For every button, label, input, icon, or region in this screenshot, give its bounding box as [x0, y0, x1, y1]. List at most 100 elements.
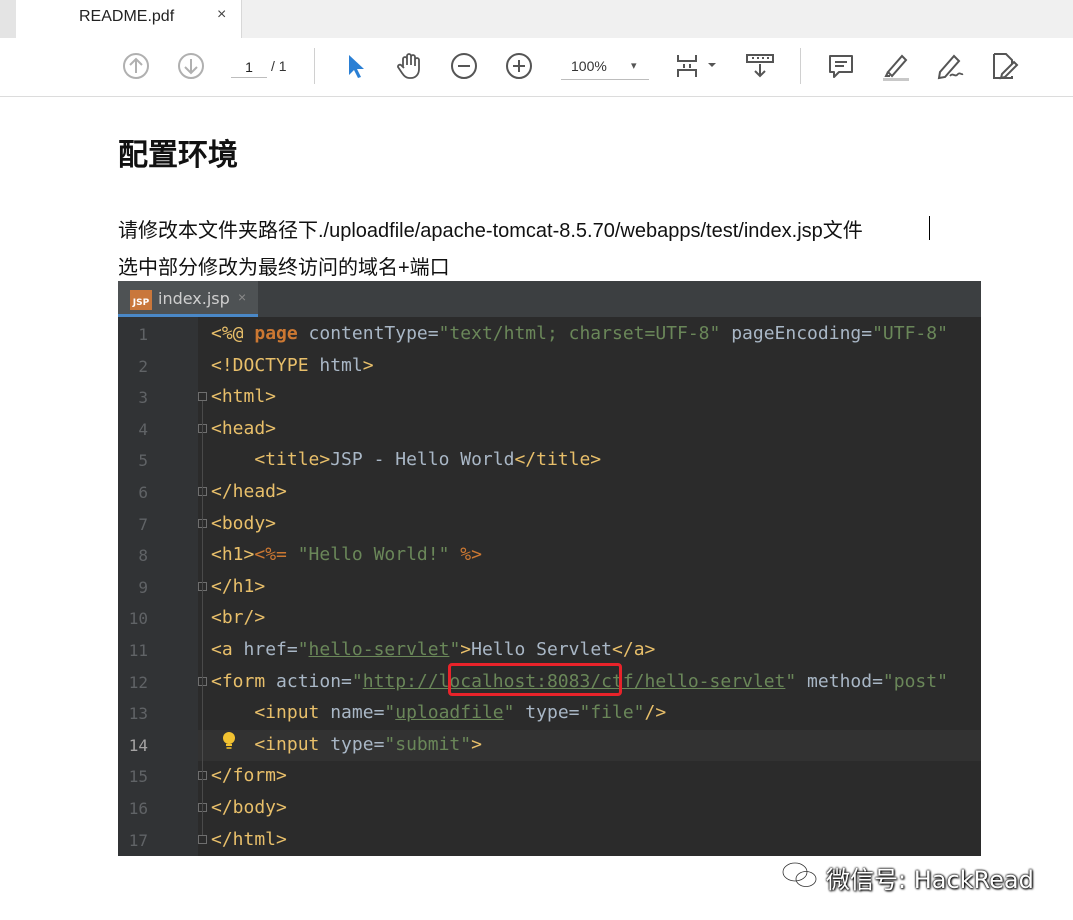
code-line: <body> — [211, 513, 276, 534]
code-line: <br/> — [211, 607, 265, 628]
select-tool-button[interactable] — [340, 50, 372, 82]
hand-icon — [397, 53, 420, 79]
editor-tab-index-jsp: JSP index.jsp × — [118, 281, 258, 317]
code-token: " — [503, 702, 515, 724]
tab-bar-left-edge — [0, 0, 16, 38]
code-token: method= — [796, 670, 883, 692]
code-token: "UTF-8" — [872, 323, 948, 344]
tab-bar: README.pdf × — [0, 0, 1073, 38]
zoom-select[interactable]: 100% ▾ — [561, 55, 649, 80]
code-token: <html> — [211, 386, 277, 408]
tab-readme[interactable]: README.pdf × — [16, 0, 242, 38]
draw-button[interactable] — [934, 50, 966, 82]
code-line: <input type="submit"> — [211, 734, 482, 755]
jsp-file-icon: JSP — [130, 290, 152, 310]
minus-circle-icon — [451, 53, 477, 79]
code-token: " — [449, 639, 461, 660]
fold-guide — [202, 685, 203, 772]
plus-circle-icon — [506, 53, 532, 79]
code-token: </html> — [211, 828, 287, 850]
editor-tab-label: index.jsp — [158, 289, 230, 308]
watermark-text: 微信号: HackRead — [826, 866, 1034, 894]
tab-close-icon[interactable]: × — [217, 6, 226, 24]
code-token: "Hello World!" — [297, 544, 461, 566]
code-token: </a> — [612, 639, 656, 660]
code-token: uploadfile — [395, 702, 504, 724]
highlighter-icon — [883, 54, 909, 81]
code-line: <!DOCTYPE html> — [211, 355, 374, 376]
code-token: Hello Servlet — [471, 639, 613, 660]
zoom-in-button[interactable] — [503, 50, 535, 82]
tab-title: README.pdf — [79, 8, 175, 25]
arrow-down-circle-icon — [178, 53, 204, 79]
line-number: 16 — [128, 799, 148, 818]
code-line: </html> — [211, 829, 287, 850]
next-page-button[interactable] — [175, 50, 207, 82]
pdf-toolbar: / 1 100% ▾ — [0, 38, 1073, 97]
code-line: <title>JSP - Hello World</title> — [211, 449, 601, 470]
fold-guide — [202, 432, 203, 487]
line-number: 10 — [128, 609, 148, 629]
page-heading: 配置环境 — [118, 139, 238, 172]
code-token: name= — [330, 702, 385, 724]
previous-page-button[interactable] — [120, 50, 152, 82]
code-token: action= — [276, 670, 352, 692]
line-number: 2 — [138, 356, 148, 376]
code-token: <h1> — [211, 544, 255, 566]
zoom-value: 100% — [571, 58, 607, 74]
cursor-arrow-icon — [349, 55, 364, 78]
line-number: 4 — [138, 419, 148, 439]
code-token: type= — [514, 702, 580, 724]
toolbar-divider — [314, 48, 315, 84]
code-line: <h1><%= "Hello World!" %> — [211, 544, 482, 565]
scroll-mode-button[interactable] — [744, 50, 776, 82]
page-number-input[interactable] — [231, 57, 267, 78]
comment-icon — [829, 55, 853, 78]
fold-marker-icon — [198, 392, 207, 402]
code-token: JSP - Hello World — [330, 449, 515, 471]
code-token: <%= — [254, 544, 298, 566]
code-token: <input — [211, 702, 331, 724]
fit-page-icon — [677, 55, 716, 77]
code-token: "text/html; charset=UTF-8" — [438, 323, 721, 344]
zoom-out-button[interactable] — [448, 50, 480, 82]
line-number: 3 — [138, 388, 148, 408]
instruction-line-1: 请修改本文件夹路径下./uploadfile/apache-tomcat-8.5… — [118, 220, 863, 242]
line-number: 1 — [138, 325, 148, 344]
line-number: 13 — [128, 704, 148, 724]
editor-tab-bar: JSP index.jsp × — [118, 281, 981, 317]
arrow-up-circle-icon — [123, 53, 149, 79]
line-number: 14 — [128, 735, 148, 755]
highlight-button[interactable] — [880, 50, 912, 82]
edit-document-icon — [993, 53, 1019, 80]
code-line: <%@ page contentType="text/html; charset… — [211, 323, 948, 344]
instruction-line-2: 选中部分修改为最终访问的域名+端口 — [118, 257, 450, 279]
text-caret — [929, 216, 930, 240]
code-token: <body> — [211, 512, 277, 534]
code-token: " — [384, 702, 396, 724]
code-token: > — [362, 354, 374, 376]
code-token: pageEncoding= — [720, 323, 873, 344]
code-token: <!DOCTYPE — [211, 354, 320, 376]
code-token: "file" — [579, 702, 645, 724]
line-number: 7 — [138, 514, 148, 534]
code-token: </head> — [211, 481, 287, 502]
page-fit-button[interactable] — [674, 50, 720, 82]
line-number: 11 — [128, 641, 148, 660]
line-number: 5 — [138, 451, 148, 471]
wechat-icon — [781, 861, 818, 888]
code-token: page — [254, 323, 309, 344]
line-number: 15 — [128, 767, 148, 787]
code-token: <form — [211, 670, 277, 692]
code-token: %> — [460, 544, 482, 566]
code-token: </form> — [211, 765, 287, 787]
editor-tab-close-icon: × — [238, 289, 247, 305]
code-token: type= — [330, 733, 385, 755]
comment-button[interactable] — [825, 50, 857, 82]
code-token: </h1> — [211, 575, 266, 597]
line-number: 9 — [138, 577, 148, 597]
hand-tool-button[interactable] — [394, 50, 426, 82]
fill-sign-button[interactable] — [988, 50, 1020, 82]
code-token: <%@ — [211, 323, 255, 344]
fold-marker-icon — [198, 834, 207, 844]
